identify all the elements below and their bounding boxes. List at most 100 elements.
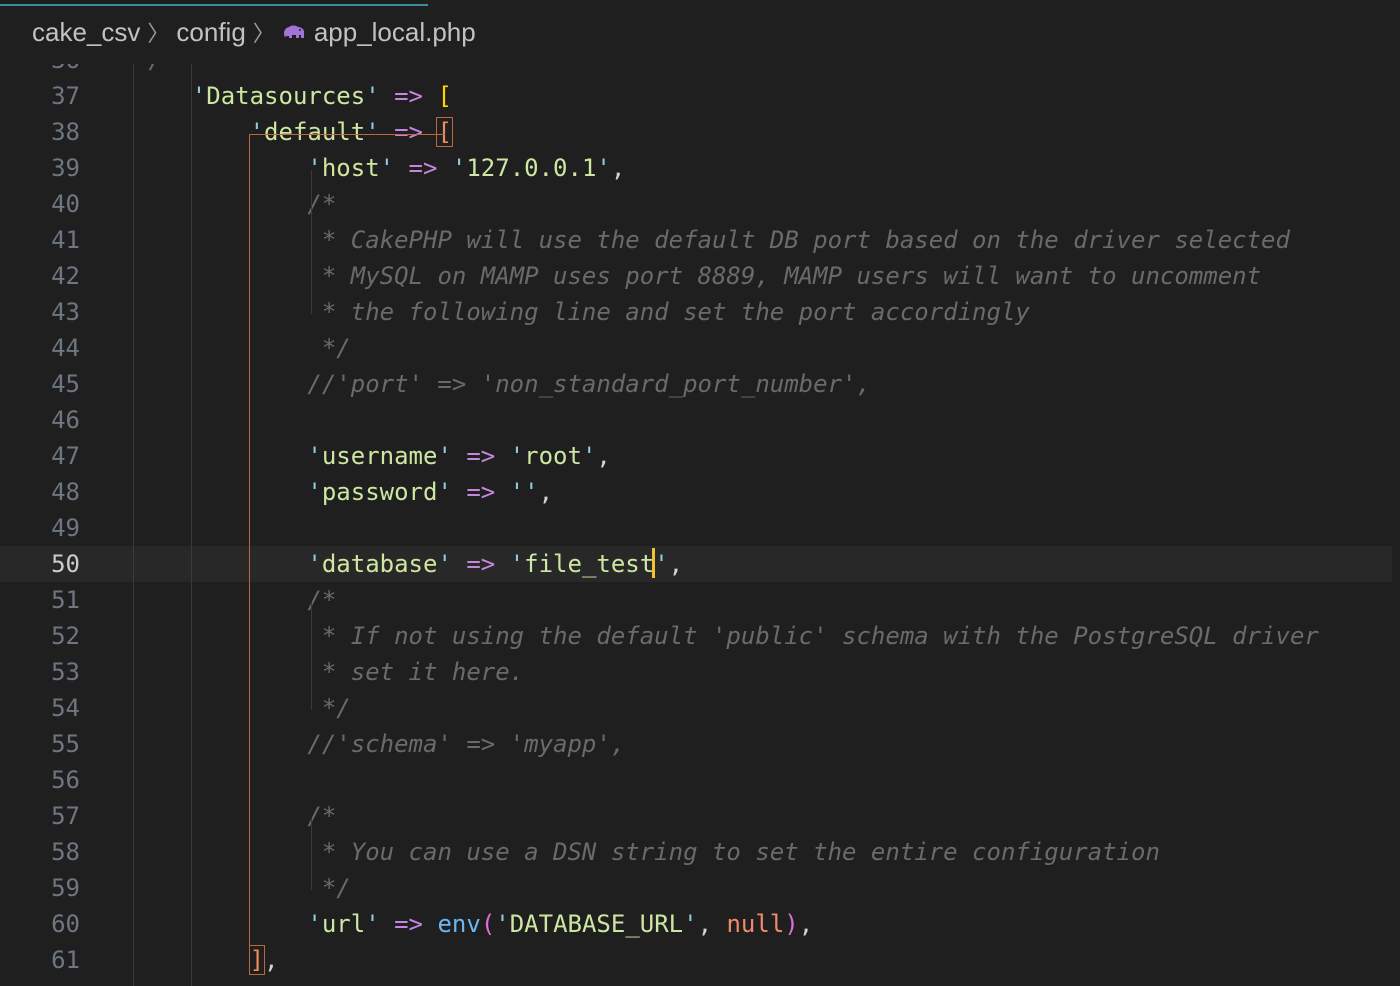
quote: ' (365, 910, 380, 938)
code-text: * CakePHP will use the default DB port b… (134, 222, 1290, 258)
line-number: 43 (51, 298, 80, 326)
quote: ' (307, 910, 322, 938)
code-text: 'default' => [ (134, 114, 453, 150)
breadcrumb-folder[interactable]: cake_csv (32, 17, 140, 48)
string-literal: username (321, 442, 438, 470)
line-number: 40 (51, 190, 80, 218)
comment: * If not using the default 'public' sche… (321, 622, 1319, 650)
line-number: 50 (51, 550, 80, 578)
code-line[interactable]: 49 (0, 510, 1392, 546)
arrow-operator: => (466, 550, 496, 578)
code-line[interactable]: 36 */ (0, 64, 1392, 78)
line-number: 61 (51, 946, 80, 974)
punctuation: , (610, 154, 626, 182)
line-number: 53 (51, 658, 80, 686)
comment: */ (134, 64, 163, 74)
comment-guide (311, 170, 312, 314)
code-line[interactable]: 60 'url' => env('DATABASE_URL', null), (0, 906, 1392, 942)
paren: ( (480, 910, 496, 938)
paren: ) (784, 910, 799, 938)
line-number: 41 (51, 226, 80, 254)
breadcrumb-file[interactable]: app_local.php (314, 17, 476, 48)
code-line[interactable]: 38 'default' => [ (0, 114, 1392, 150)
code-text: */ (134, 64, 163, 78)
code-line[interactable]: 46 (0, 402, 1392, 438)
code-line[interactable]: 40 /* (0, 186, 1392, 222)
code-text: 'password' => '', (134, 474, 553, 510)
quote: ' (307, 550, 322, 578)
code-line[interactable]: 47 'username' => 'root', (0, 438, 1392, 474)
quote: '' (509, 478, 539, 506)
code-line[interactable]: 58 * You can use a DSN string to set the… (0, 834, 1392, 870)
code-line[interactable]: 61 ], (0, 942, 1392, 978)
code-line[interactable]: 59 */ (0, 870, 1392, 906)
line-number: 44 (51, 334, 80, 362)
code-line[interactable]: 62 (0, 978, 1392, 986)
quote: ' (249, 118, 265, 146)
string-literal: file_test (524, 550, 655, 578)
code-line[interactable]: 56 (0, 762, 1392, 798)
code-line[interactable]: 57 /* (0, 798, 1392, 834)
code-line[interactable]: 53 * set it here. (0, 654, 1392, 690)
quote: ' (596, 154, 611, 182)
punctuation: , (798, 910, 814, 938)
bracket: [ (437, 82, 452, 110)
quote: ' (437, 478, 452, 506)
code-line[interactable]: 41 * CakePHP will use the default DB por… (0, 222, 1392, 258)
line-number: 62 (0, 978, 80, 986)
line-number: 38 (51, 118, 80, 146)
code-line[interactable]: 44 */ (0, 330, 1392, 366)
code-text: //'port' => 'non_standard_port_number', (134, 366, 871, 402)
comment: * MySQL on MAMP uses port 8889, MAMP use… (321, 262, 1262, 290)
string-literal: DATABASE_URL (509, 910, 684, 938)
code-line[interactable]: 54 */ (0, 690, 1392, 726)
line-number: 46 (51, 406, 80, 434)
string-literal: 127.0.0.1 (466, 154, 597, 182)
breadcrumb-subfolder[interactable]: config (176, 17, 245, 48)
bracket-pair-connector (249, 134, 445, 135)
quote: ' (307, 154, 322, 182)
code-text: 'url' => env('DATABASE_URL', null), (134, 906, 813, 942)
code-line[interactable]: 55 //'schema' => 'myapp', (0, 726, 1392, 762)
quote: ' (654, 550, 669, 578)
code-line[interactable]: 39 'host' => '127.0.0.1', (0, 150, 1392, 186)
comment: */ (321, 874, 351, 902)
keyword: null (726, 910, 785, 938)
string-literal: password (321, 478, 438, 506)
code-line[interactable]: 52 * If not using the default 'public' s… (0, 618, 1392, 654)
code-line[interactable]: 43 * the following line and set the port… (0, 294, 1392, 330)
quote: ' (307, 478, 322, 506)
string-literal: root (524, 442, 582, 470)
line-number: 51 (51, 586, 80, 614)
quote: ' (509, 550, 525, 578)
code-editor[interactable]: 36*/37 'Datasources' => [38 'default' =>… (0, 64, 1400, 986)
code-line[interactable]: 51 /* (0, 582, 1392, 618)
code-line[interactable]: 48 'password' => '', (0, 474, 1392, 510)
code-line[interactable]: 37 'Datasources' => [ (0, 78, 1392, 114)
line-number: 52 (51, 622, 80, 650)
code-line[interactable]: 45 //'port' => 'non_standard_port_number… (0, 366, 1392, 402)
arrow-operator: => (394, 82, 424, 110)
code-line[interactable]: 42 * MySQL on MAMP uses port 8889, MAMP … (0, 258, 1392, 294)
string-literal: Datasources (206, 82, 366, 110)
code-line[interactable]: 50 'database' => 'file_test ', (0, 546, 1392, 582)
code-text: * MySQL on MAMP uses port 8889, MAMP use… (134, 258, 1261, 294)
code-text: */ (134, 330, 351, 366)
